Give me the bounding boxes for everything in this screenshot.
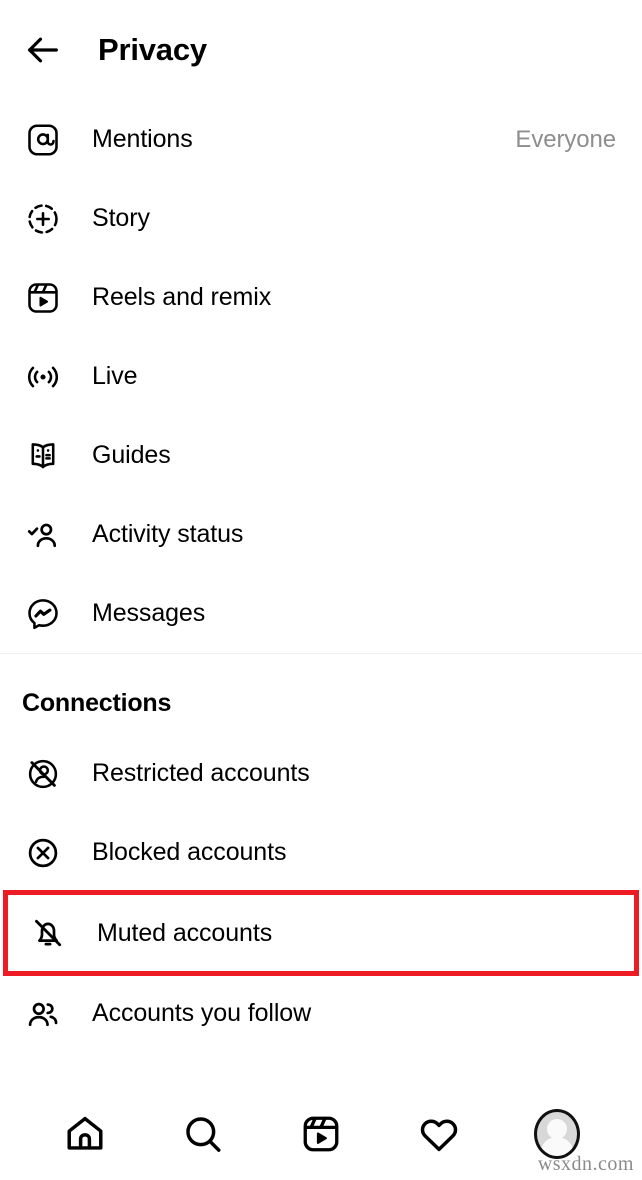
people-icon (22, 993, 64, 1035)
sidebar-item-label: Muted accounts (97, 918, 273, 947)
activity-status-icon (22, 514, 64, 556)
nav-search-button[interactable] (173, 1104, 233, 1164)
sidebar-item-label: Restricted accounts (92, 759, 310, 787)
messenger-icon (22, 593, 64, 635)
section-title-connections: Connections (22, 689, 172, 717)
at-mention-icon (22, 119, 64, 161)
sidebar-item-label: Story (92, 204, 150, 232)
profile-avatar-icon (534, 1109, 580, 1159)
sidebar-item-live[interactable]: Live (0, 337, 642, 416)
connections-list: Restricted accounts Blocked accounts Mut… (0, 734, 642, 1053)
sidebar-item-label: Guides (92, 441, 171, 469)
sidebar-item-label: Live (92, 362, 138, 390)
reels-icon (300, 1113, 342, 1155)
page-title: Privacy (98, 32, 207, 67)
search-icon (181, 1112, 225, 1156)
sidebar-item-label: Mentions (92, 125, 193, 153)
nav-activity-button[interactable] (409, 1104, 469, 1164)
nav-reels-button[interactable] (291, 1104, 351, 1164)
sidebar-item-story[interactable]: Story (0, 179, 642, 258)
restricted-account-icon (22, 753, 64, 795)
sidebar-item-restricted-accounts[interactable]: Restricted accounts (0, 734, 642, 813)
sidebar-item-guides[interactable]: Guides (0, 416, 642, 495)
mentions-value: Everyone (515, 125, 616, 153)
arrow-left-icon (23, 30, 63, 70)
sidebar-item-label: Blocked accounts (92, 838, 287, 866)
back-button[interactable] (22, 29, 64, 71)
blocked-account-icon (22, 832, 64, 874)
watermark: wsxdn.com (537, 1153, 634, 1175)
interactions-list: Mentions Everyone Story Reels and remix … (0, 100, 642, 653)
heart-icon (417, 1112, 461, 1156)
privacy-settings-screen: Privacy Mentions Everyone Story Reels an… (0, 0, 642, 1180)
sidebar-item-blocked-accounts[interactable]: Blocked accounts (0, 813, 642, 892)
sidebar-item-muted-accounts[interactable]: Muted accounts (3, 890, 639, 976)
sidebar-item-label: Accounts you follow (92, 999, 312, 1027)
sidebar-item-label: Reels and remix (92, 283, 272, 311)
home-icon (63, 1112, 107, 1156)
sidebar-item-activity-status[interactable]: Activity status (0, 495, 642, 574)
sidebar-item-label: Activity status (92, 520, 244, 548)
sidebar-item-label: Messages (92, 599, 206, 627)
nav-home-button[interactable] (55, 1104, 115, 1164)
sidebar-item-reels-and-remix[interactable]: Reels and remix (0, 258, 642, 337)
sidebar-item-accounts-you-follow[interactable]: Accounts you follow (0, 974, 642, 1053)
guides-book-icon (22, 435, 64, 477)
reels-icon (22, 277, 64, 319)
live-broadcast-icon (22, 356, 64, 398)
header: Privacy (0, 0, 642, 100)
sidebar-item-messages[interactable]: Messages (0, 574, 642, 653)
sidebar-item-mentions[interactable]: Mentions Everyone (0, 100, 642, 179)
bell-off-icon (27, 912, 69, 954)
story-add-icon (22, 198, 64, 240)
